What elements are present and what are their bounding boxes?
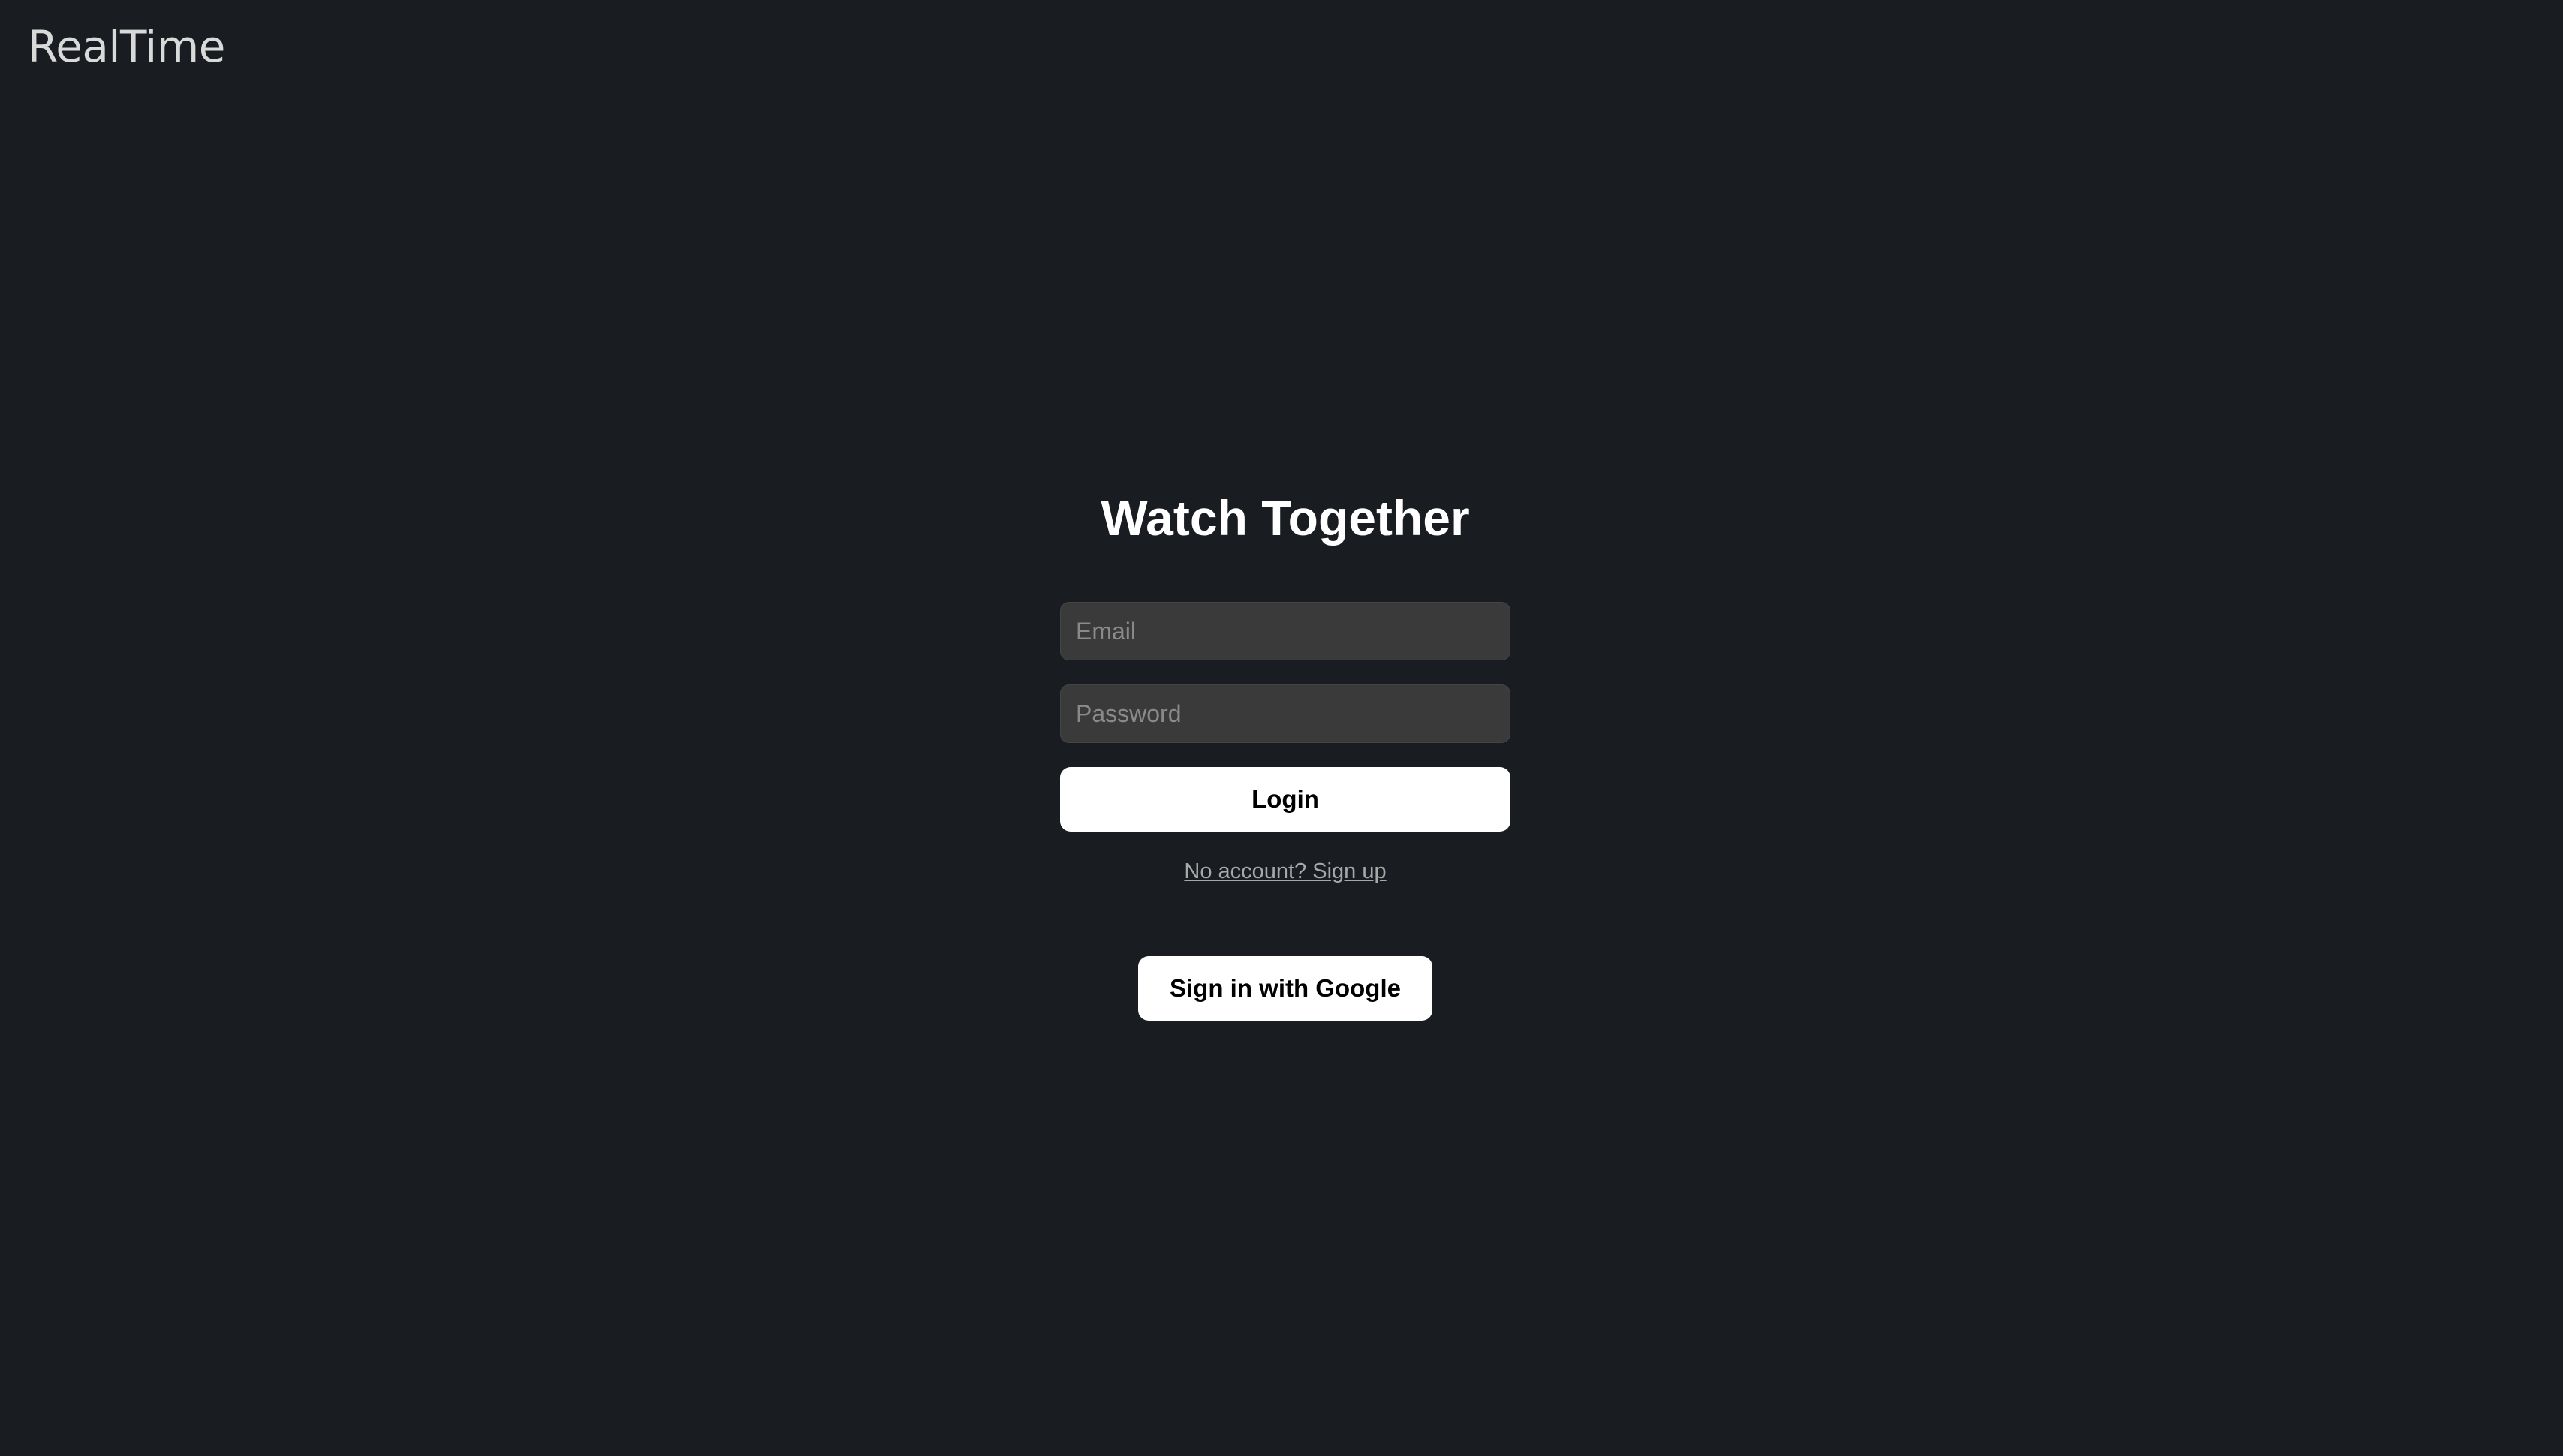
login-page: RealTime Watch Together Login No account… (0, 0, 2563, 1456)
login-form: Watch Together Login No account? Sign up (1060, 480, 1510, 884)
password-field[interactable] (1060, 684, 1510, 743)
signup-link[interactable]: No account? Sign up (1060, 859, 1510, 884)
google-sign-in-button[interactable]: Sign in with Google (1138, 956, 1432, 1021)
email-field[interactable] (1060, 602, 1510, 660)
app-logo[interactable]: RealTime (28, 18, 225, 75)
page-title: Watch Together (1101, 490, 1470, 546)
login-button[interactable]: Login (1060, 767, 1510, 832)
